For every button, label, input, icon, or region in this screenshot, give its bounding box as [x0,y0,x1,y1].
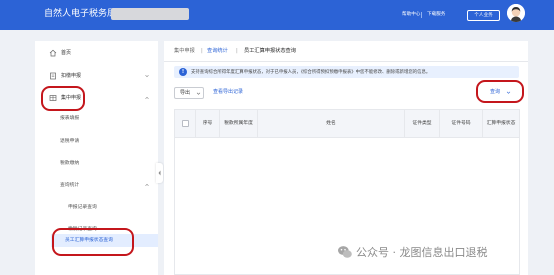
help-center-link[interactable]: 帮助中心 [402,12,420,18]
export-log-link[interactable]: 查看导出记录 [213,89,243,96]
breadcrumb-separator: | [236,48,238,54]
avatar[interactable] [507,4,525,22]
column-header: 证件号码 [440,110,483,138]
export-button[interactable]: 导出 [174,87,204,99]
sidebar-item-label: 扣缴申报 [61,73,82,79]
annotation-circle [52,228,134,256]
notice-banner: ! 支持查询综合所得年度汇算申报状态，对于已申报人员，《综合所得预扣预缴申报表》… [174,66,519,78]
chevron-up-icon [145,183,149,187]
chevron-left-icon [158,170,161,176]
notice-text: 支持查询综合所得年度汇算申报状态，对于已申报人员，《综合所得预扣预缴申报表》中您… [191,69,431,75]
redacted-area [111,8,189,20]
sidebar-subitem-tax-payment[interactable]: 税款缴纳 [60,160,79,167]
document-icon [50,72,56,80]
column-header: 序号 [196,110,220,138]
main-panel: 集中申报 | 查询统计 | 员工汇算申报状态查询 ! 支持查询综合所得年度汇算申… [164,41,528,275]
chevron-up-icon [145,96,149,100]
annotation-circle [41,86,85,111]
home-icon [49,49,57,57]
column-header: 姓名 [258,110,405,138]
personal-business-button[interactable]: 个人业务 [467,10,500,21]
top-header: 自然人电子税务局 帮助中心 下载服务 个人业务 [0,0,554,30]
sidebar-subitem-query-statistics[interactable]: 查询统计 [60,182,79,189]
user-avatar-icon [507,4,525,22]
annotation-circle [476,80,524,103]
sidebar-item-label: 首页 [61,50,72,56]
watermark-text: 公众号 · 龙图信息出口退税 [356,246,488,259]
table-header: 序号 税款所属年度 姓名 证件类型 证件号码 汇算申报状态 [175,110,519,138]
sidebar-subitem-filing-record-query[interactable]: 申报记录查询 [68,204,97,211]
sidebar-subitem-report-filling[interactable]: 报表填报 [60,115,79,122]
chevron-down-icon [196,92,201,95]
breadcrumb-item[interactable]: 集中申报 [174,48,195,55]
column-header: 证件类型 [405,110,440,138]
sidebar-collapse-handle[interactable] [156,163,163,183]
sidebar-item-withholding[interactable]: 扣缴申报 [35,70,158,82]
divider [164,61,528,62]
sidebar-subitem-refund-application[interactable]: 退税申请 [60,138,79,145]
breadcrumb-separator: | [201,48,203,54]
export-label: 导出 [180,90,191,96]
column-select-all [175,110,196,138]
wechat-icon [338,246,352,258]
sidebar-item-home[interactable]: 首页 [35,47,158,59]
column-header: 汇算申报状态 [486,121,516,126]
app-title: 自然人电子税务局 [44,9,117,19]
header-divider [421,12,422,18]
column-header: 税款所属年度 [220,110,258,138]
select-all-checkbox[interactable] [182,120,189,127]
breadcrumb-current: 员工汇算申报状态查询 [244,48,296,54]
breadcrumb-item[interactable]: 查询统计 [207,48,228,55]
info-icon: ! [179,68,187,76]
chevron-down-icon [145,74,149,78]
download-service-link[interactable]: 下载服务 [427,12,445,18]
